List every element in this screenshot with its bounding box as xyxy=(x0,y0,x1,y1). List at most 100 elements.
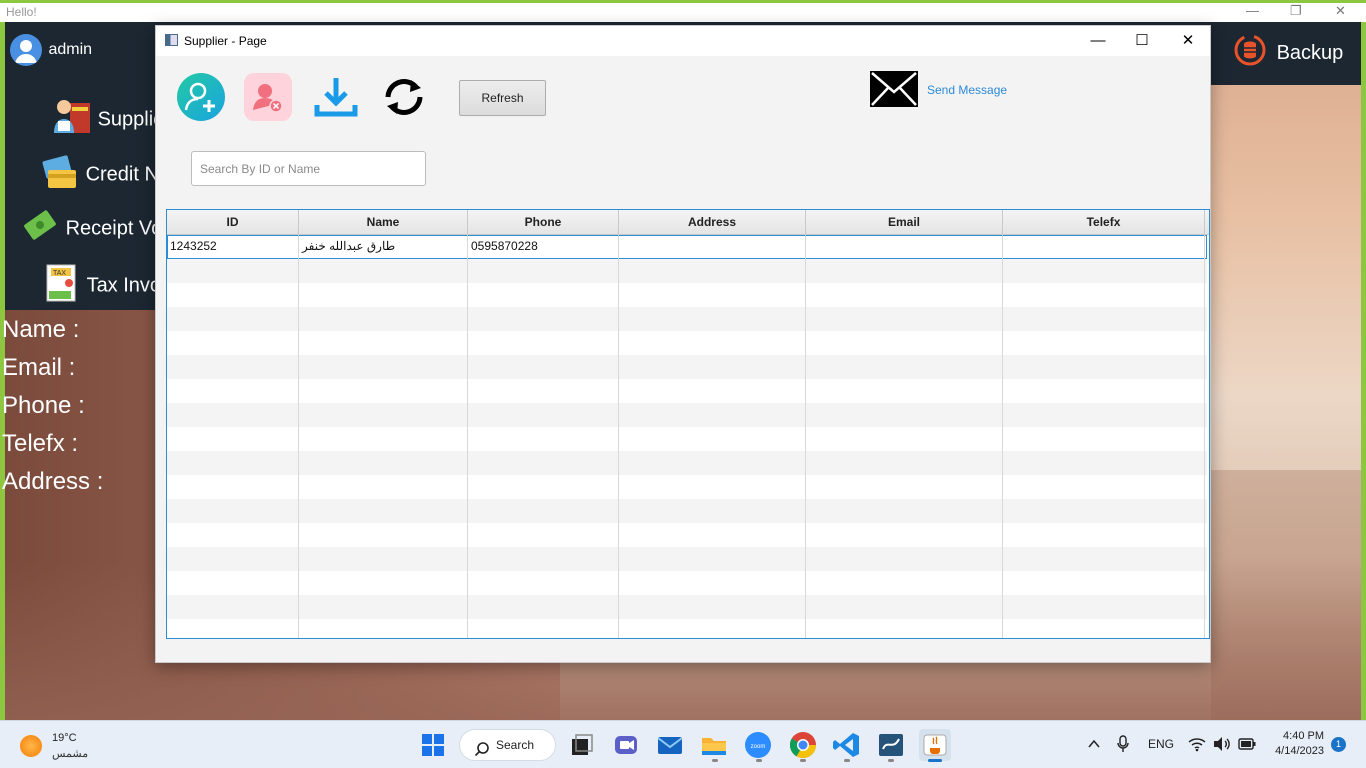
table-cell xyxy=(619,499,806,523)
active-indicator xyxy=(928,759,942,762)
chrome-button[interactable] xyxy=(787,729,819,761)
user-profile[interactable]: admin xyxy=(10,34,92,66)
folder-icon xyxy=(702,738,726,755)
svg-text:TAX: TAX xyxy=(53,270,66,277)
table-cell xyxy=(619,307,806,331)
table-row[interactable] xyxy=(167,283,1207,307)
chevron-up-icon[interactable] xyxy=(1087,737,1101,754)
supplier-table[interactable]: ID Name Phone Address Email Telefx 1243252 طار… xyxy=(166,209,1210,639)
sidebar-item-credit-note[interactable]: Credit N xyxy=(40,152,159,198)
mail-app-button[interactable] xyxy=(654,729,686,761)
table-row[interactable] xyxy=(167,379,1207,403)
table-cell xyxy=(806,235,1003,259)
running-indicator xyxy=(888,759,894,762)
minimize-icon[interactable]: — xyxy=(1246,3,1259,18)
add-supplier-button[interactable] xyxy=(176,72,226,122)
column-header-email[interactable]: Email xyxy=(806,210,1003,235)
taskbar-search[interactable]: Search xyxy=(459,729,556,761)
teams-button[interactable] xyxy=(610,729,642,761)
table-row[interactable]: 1243252 طارق عبدالله خنفر 0595870228 xyxy=(167,235,1207,259)
table-cell xyxy=(299,379,468,403)
file-explorer-button[interactable] xyxy=(698,729,730,761)
delete-supplier-button[interactable] xyxy=(243,72,293,122)
column-header-address[interactable]: Address xyxy=(619,210,806,235)
table-cell xyxy=(619,475,806,499)
refresh-button[interactable]: Refresh xyxy=(459,80,546,116)
zoom-button[interactable]: zoom xyxy=(742,729,774,761)
table-cell xyxy=(468,595,619,619)
database-icon xyxy=(1233,33,1267,73)
table-cell xyxy=(167,547,299,571)
minimize-icon[interactable]: — xyxy=(1083,30,1113,52)
table-row[interactable] xyxy=(167,499,1207,523)
start-button[interactable] xyxy=(417,729,449,761)
vscode-icon xyxy=(833,733,859,757)
table-cell xyxy=(806,427,1003,451)
task-view-button[interactable] xyxy=(566,729,598,761)
volume-icon[interactable] xyxy=(1213,736,1231,755)
sidebar-item-label: Receipt Vo xyxy=(65,217,163,240)
table-cell xyxy=(806,403,1003,427)
sidebar-item-label: Tax Invo xyxy=(86,274,162,297)
table-row[interactable] xyxy=(167,619,1207,638)
microphone-icon[interactable] xyxy=(1116,735,1130,756)
table-cell xyxy=(619,355,806,379)
java-icon xyxy=(923,734,947,756)
table-cell xyxy=(1003,283,1205,307)
column-header-id[interactable]: ID xyxy=(167,210,299,235)
table-row[interactable] xyxy=(167,451,1207,475)
table-cell xyxy=(806,259,1003,283)
table-row[interactable] xyxy=(167,355,1207,379)
clock-date: 4/14/2023 xyxy=(1275,745,1324,757)
table-row[interactable] xyxy=(167,427,1207,451)
close-icon[interactable]: ✕ xyxy=(1335,3,1346,19)
table-cell xyxy=(806,619,1003,638)
backup-button[interactable]: Backup xyxy=(1233,33,1343,73)
column-header-name[interactable]: Name xyxy=(299,210,468,235)
table-cell xyxy=(299,523,468,547)
sidebar-item-tax-invoice[interactable]: TAX Tax Invo xyxy=(43,263,161,309)
table-row[interactable] xyxy=(167,307,1207,331)
table-cell xyxy=(619,331,806,355)
java-app-button[interactable] xyxy=(919,729,951,761)
window-border-right xyxy=(1361,22,1366,720)
table-cell xyxy=(299,355,468,379)
vscode-button[interactable] xyxy=(831,729,863,761)
table-cell xyxy=(167,259,299,283)
table-row[interactable] xyxy=(167,571,1207,595)
table-cell xyxy=(619,403,806,427)
search-input[interactable] xyxy=(191,151,426,186)
table-row[interactable] xyxy=(167,403,1207,427)
dialog-title: Supplier - Page xyxy=(184,34,267,48)
notification-badge[interactable]: 1 xyxy=(1331,737,1346,752)
table-cell xyxy=(1003,259,1205,283)
table-cell xyxy=(299,619,468,638)
close-icon[interactable]: ✕ xyxy=(1173,30,1203,52)
table-cell xyxy=(468,283,619,307)
maximize-icon[interactable]: ☐ xyxy=(1127,30,1157,52)
column-header-phone[interactable]: Phone xyxy=(468,210,619,235)
restore-icon[interactable]: ❐ xyxy=(1290,3,1302,19)
sidebar-item-supplier[interactable]: Supplie xyxy=(50,97,164,143)
system-clock[interactable]: 4:40 PM 4/14/2023 xyxy=(1268,729,1324,759)
sidebar-item-receipt-voucher[interactable]: Receipt Vo xyxy=(20,208,162,250)
table-row[interactable] xyxy=(167,331,1207,355)
send-message-link[interactable]: Send Message xyxy=(927,83,1007,97)
table-row[interactable] xyxy=(167,475,1207,499)
table-row[interactable] xyxy=(167,595,1207,619)
table-row[interactable] xyxy=(167,523,1207,547)
table-cell xyxy=(299,427,468,451)
language-indicator[interactable]: ENG xyxy=(1148,737,1174,751)
table-cell xyxy=(468,403,619,427)
table-row[interactable] xyxy=(167,259,1207,283)
wifi-icon[interactable] xyxy=(1188,736,1206,755)
table-cell xyxy=(619,235,806,259)
sql-server-button[interactable] xyxy=(875,729,907,761)
sync-button[interactable] xyxy=(379,72,429,122)
column-header-telefx[interactable]: Telefx xyxy=(1003,210,1205,235)
battery-icon[interactable] xyxy=(1238,737,1256,754)
download-button[interactable] xyxy=(311,72,361,122)
table-row[interactable] xyxy=(167,547,1207,571)
mail-icon[interactable] xyxy=(869,70,919,113)
dialog-titlebar: Supplier - Page — ☐ ✕ xyxy=(156,26,1210,56)
